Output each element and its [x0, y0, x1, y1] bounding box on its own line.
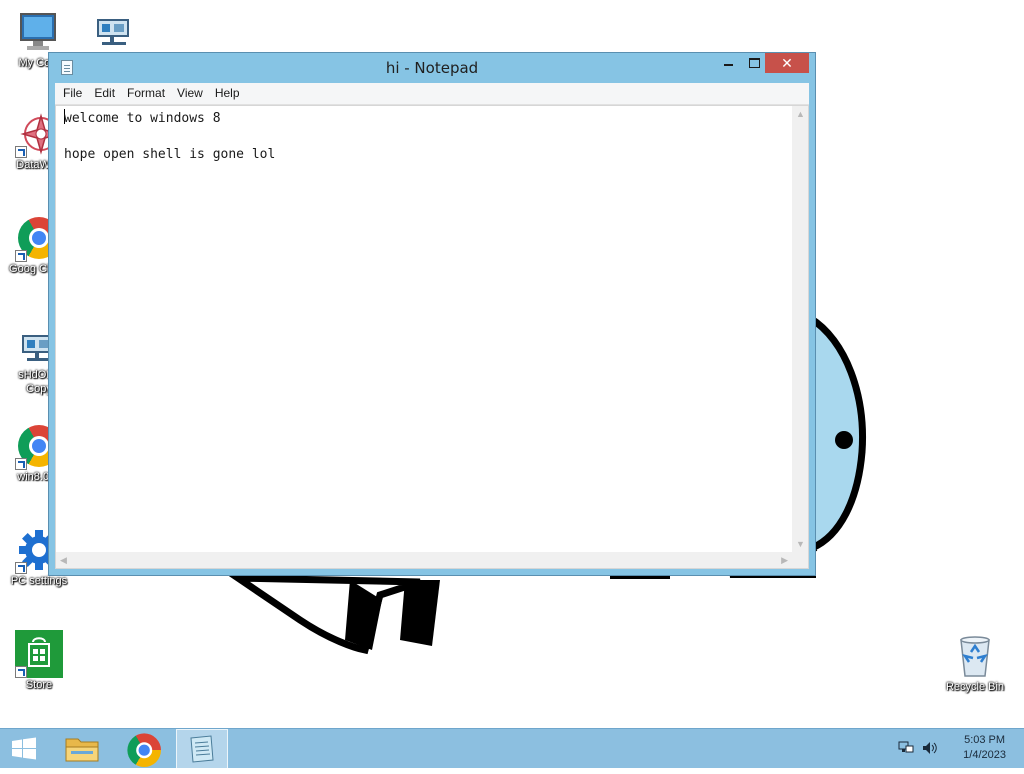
- start-button[interactable]: [0, 729, 48, 769]
- network-drive-icon: [97, 19, 129, 45]
- scrollbar-corner: [792, 552, 808, 568]
- taskbar: 5:03 PM 1/4/2023: [0, 728, 1024, 769]
- minimize-button[interactable]: [715, 53, 741, 73]
- shortcut-arrow-icon: [15, 146, 27, 158]
- scroll-up-arrow-icon[interactable]: ▲: [796, 109, 805, 119]
- close-button[interactable]: ✕: [765, 53, 809, 73]
- desktop-icon-label: Recycle Bin: [945, 681, 1005, 693]
- document-text[interactable]: welcome to windows 8 hope open shell is …: [64, 111, 275, 162]
- desktop-icon-recycle-bin[interactable]: Recycle Bin: [936, 632, 1014, 694]
- window-title: hi - Notepad: [385, 59, 479, 77]
- desktop-icon-label: Store: [25, 679, 53, 691]
- maximize-button[interactable]: [741, 53, 767, 73]
- title-bar[interactable]: hi - Notepad ✕: [49, 53, 815, 83]
- taskbar-chrome[interactable]: [118, 729, 166, 769]
- menu-view[interactable]: View: [171, 83, 209, 104]
- desktop-icon-network-drive[interactable]: [76, 14, 152, 50]
- shortcut-arrow-icon: [15, 250, 27, 262]
- shortcut-arrow-icon: [15, 458, 27, 470]
- taskbar-notepad[interactable]: [176, 729, 228, 769]
- computer-icon: [20, 13, 56, 50]
- clock-date: 1/4/2023: [963, 749, 1006, 761]
- desktop-icon-label: PC settings: [10, 575, 68, 587]
- notepad-icon: [190, 735, 214, 763]
- menu-help[interactable]: Help: [209, 83, 246, 104]
- scroll-left-arrow-icon[interactable]: ◀: [60, 555, 67, 565]
- network-icon[interactable]: [898, 741, 914, 755]
- file-explorer-icon: [65, 738, 99, 762]
- text-editor-area[interactable]: welcome to windows 8 hope open shell is …: [55, 105, 809, 569]
- menu-edit[interactable]: Edit: [88, 83, 121, 104]
- vertical-scrollbar[interactable]: ▲ ▼: [792, 106, 808, 552]
- notepad-window[interactable]: hi - Notepad ✕ File Edit Format View Help we…: [48, 52, 816, 576]
- shortcut-arrow-icon: [15, 666, 27, 678]
- menu-format[interactable]: Format: [121, 83, 171, 104]
- taskbar-file-explorer[interactable]: [58, 729, 106, 769]
- start-icon: [12, 737, 36, 760]
- recycle-bin-icon: [960, 636, 990, 677]
- clock-time: 5:03 PM: [964, 734, 1006, 746]
- horizontal-scrollbar[interactable]: ◀ ▶: [56, 552, 792, 568]
- menu-file[interactable]: File: [55, 83, 88, 104]
- system-clock[interactable]: 5:03 PM 1/4/2023: [963, 733, 1006, 763]
- scroll-right-arrow-icon[interactable]: ▶: [781, 555, 788, 565]
- chrome-icon: [127, 733, 161, 767]
- menu-bar: File Edit Format View Help: [55, 83, 809, 105]
- shortcut-arrow-icon: [15, 562, 27, 574]
- desktop-icon-store[interactable]: Store: [0, 630, 78, 692]
- volume-icon[interactable]: [922, 741, 938, 755]
- scroll-down-arrow-icon[interactable]: ▼: [796, 539, 805, 549]
